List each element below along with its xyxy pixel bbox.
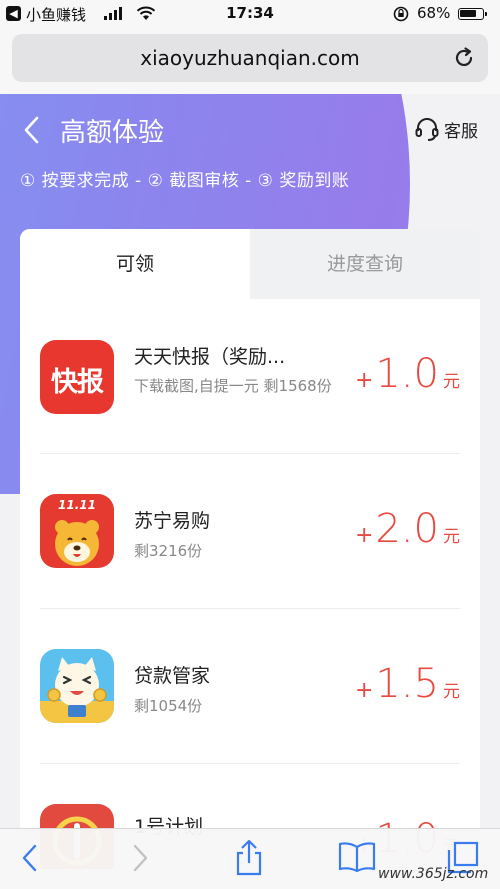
task-reward: + 1.5 元 — [354, 661, 460, 707]
headset-icon — [415, 118, 439, 141]
tab-bar: 可领 进度查询 — [20, 229, 480, 299]
task-reward: + 2.0 元 — [354, 506, 460, 552]
page-title: 高额体验 — [60, 118, 165, 148]
battery-icon — [458, 8, 487, 20]
address-bar[interactable]: xiaoyuzhuanqian.com — [12, 34, 488, 82]
task-name: 苏宁易购 — [134, 510, 211, 532]
url-text[interactable]: xiaoyuzhuanqian.com — [12, 46, 488, 70]
task-desc: 下载截图,自提一元 剩1568份 — [134, 377, 332, 395]
battery-percent: 68% — [417, 4, 451, 22]
task-row[interactable]: 贷款管家 剩1054份 + 1.5 元 — [40, 609, 460, 764]
back-arrow-icon[interactable] — [18, 114, 46, 146]
task-reward: + 1.0 元 — [354, 351, 460, 397]
back-nav-icon[interactable] — [18, 843, 42, 873]
kuaibao-app-icon: 快报 — [40, 340, 114, 414]
customer-service-button[interactable]: 客服 — [414, 116, 478, 142]
process-steps: ① 按要求完成 - ② 截图审核 - ③ 奖励到账 — [20, 171, 350, 191]
task-name: 贷款管家 — [134, 665, 211, 687]
browser-address-area: xiaoyuzhuanqian.com — [0, 28, 500, 94]
task-row[interactable]: 快报 天天快报（奖励... 下载截图,自提一元 剩1568份 + 1.0 元 — [40, 299, 460, 454]
suning-app-icon: 11.11 — [40, 494, 114, 568]
forward-nav-icon[interactable] — [128, 843, 152, 873]
customer-service-label: 客服 — [444, 121, 478, 142]
tab-progress[interactable]: 进度查询 — [250, 229, 480, 299]
reload-icon[interactable] — [452, 46, 476, 70]
daikuan-guanjia-app-icon — [40, 649, 114, 723]
share-icon[interactable] — [233, 839, 265, 877]
tab-available[interactable]: 可领 — [20, 229, 250, 299]
task-name: 天天快报（奖励... — [134, 346, 286, 368]
task-desc: 剩1054份 — [134, 697, 203, 715]
bookmarks-icon[interactable] — [338, 841, 376, 873]
task-desc: 剩3216份 — [134, 542, 203, 560]
watermark: www.365jz.com — [378, 866, 489, 882]
orientation-lock-icon — [393, 6, 409, 22]
task-row[interactable]: 11.11 苏宁易购 剩3216份 + 2.0 元 — [40, 454, 460, 609]
task-card: 可领 进度查询 快报 天天快报（奖励... 下载截图,自提一元 剩1568份 +… — [20, 229, 480, 869]
status-bar: ◀ 小鱼赚钱 17:34 68% — [0, 0, 500, 28]
